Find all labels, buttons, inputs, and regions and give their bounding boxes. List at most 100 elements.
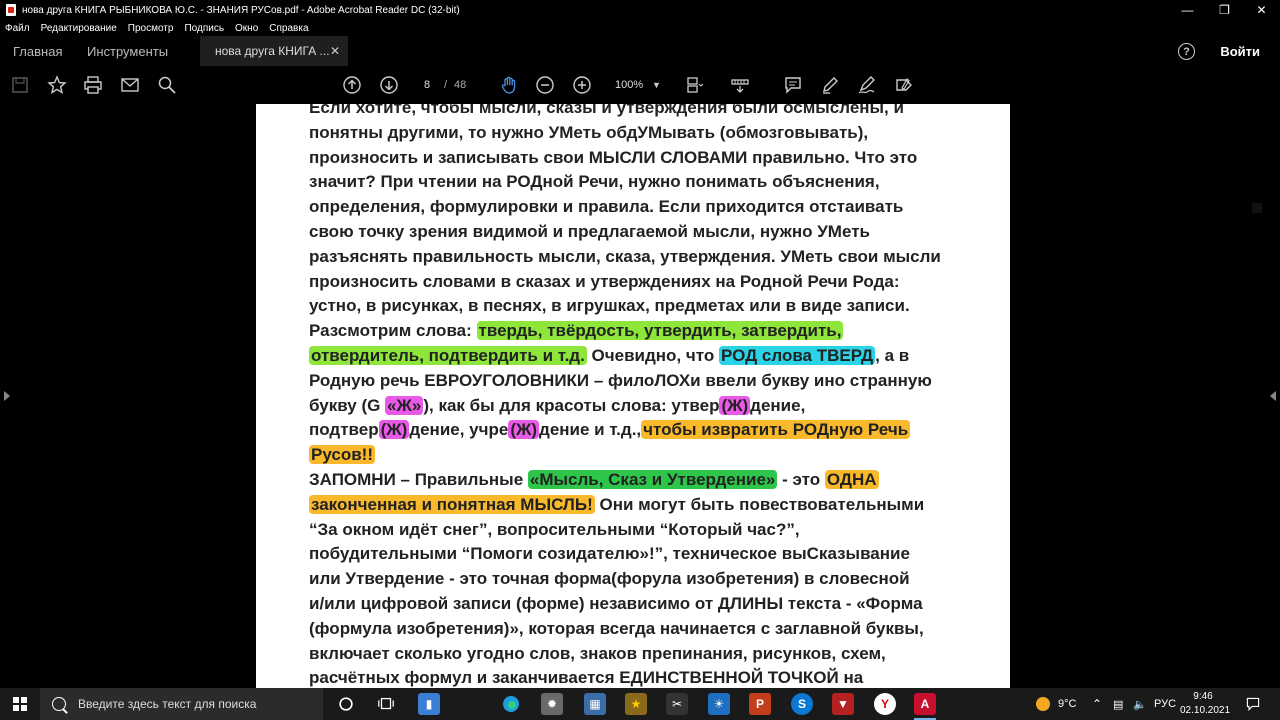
email-icon[interactable] xyxy=(119,74,141,96)
text-line: определения, формулировки и правила. Есл… xyxy=(309,195,999,220)
scroll-mode-icon[interactable] xyxy=(729,74,751,96)
edge-icon[interactable] xyxy=(500,693,522,715)
taskbar-search[interactable]: Введите здесь текст для поиска xyxy=(40,688,323,720)
left-panel-toggle-icon[interactable] xyxy=(4,391,10,401)
text-line: и/или цифровой записи (форме) независимо… xyxy=(309,592,999,617)
highlighted-text: законченная и понятная МЫСЛЬ! xyxy=(309,494,595,514)
tab-home[interactable]: Главная xyxy=(13,36,62,66)
text-line: побудительными “Помоги созидателю»!”, те… xyxy=(309,542,999,567)
star-app-icon[interactable]: ★ xyxy=(625,693,647,715)
powerpoint-icon[interactable]: P xyxy=(749,693,771,715)
highlighted-text: твердь, твёрдость, утвердить, затвердить… xyxy=(476,321,844,341)
windows-logo-icon xyxy=(13,697,27,711)
text-segment: понятны другими, то нужно УМеть обдУМыва… xyxy=(309,122,869,142)
page-separator: / xyxy=(444,79,448,91)
cortana-icon[interactable] xyxy=(335,693,357,715)
title-bar: нова друга КНИГА РЫБНИКОВА Ю.С. - ЗНАНИЯ… xyxy=(0,0,1280,20)
notifications-icon[interactable] xyxy=(1245,688,1261,720)
text-segment: Они могут быть повествовательными xyxy=(594,494,925,514)
help-icon[interactable]: ? xyxy=(1178,43,1195,60)
highlighted-text: ОДНА xyxy=(824,469,879,489)
zoom-out-icon[interactable] xyxy=(534,74,556,96)
language-indicator[interactable]: РУС xyxy=(1154,688,1176,720)
menu-edit[interactable]: Редактирование xyxy=(41,23,117,34)
acrobat-app-icon xyxy=(6,4,16,16)
draw-sign-icon[interactable] xyxy=(856,74,878,96)
tab-tools[interactable]: Инструменты xyxy=(87,36,168,66)
highlight-pen-icon[interactable] xyxy=(819,74,841,96)
menu-help[interactable]: Справка xyxy=(269,23,308,34)
download-app-icon[interactable]: ▼ xyxy=(832,693,854,715)
skype-icon[interactable]: S xyxy=(791,693,813,715)
text-segment: расчётных формул и заканчивается ЕДИНСТВ… xyxy=(309,668,864,688)
chevron-down-icon[interactable]: ▼ xyxy=(652,76,661,94)
text-line: Родную речь ЕВРОУГОЛОВНИКИ – филоЛОХи вв… xyxy=(309,369,999,394)
network-icon[interactable]: ▤ xyxy=(1113,688,1123,720)
menu-view[interactable]: Просмотр xyxy=(128,23,174,34)
bookmark-star-icon[interactable] xyxy=(46,74,68,96)
tab-document[interactable]: нова друга КНИГА ... ✕ xyxy=(200,36,348,66)
text-segment: или Утвердение - это точная форма(форула… xyxy=(309,569,910,589)
highlighted-text: «Ж» xyxy=(385,395,424,415)
start-button[interactable] xyxy=(0,688,40,720)
text-segment: и/или цифровой записи (форме) независимо… xyxy=(309,593,923,613)
menu-window[interactable]: Окно xyxy=(235,23,258,34)
menu-sign[interactable]: Подпись xyxy=(184,23,224,34)
text-segment: Если хотите, чтобы мысли, сказы и утверж… xyxy=(309,104,904,117)
file-explorer-icon[interactable]: ▮ xyxy=(418,693,440,715)
calculator-icon[interactable]: ▦ xyxy=(584,693,606,715)
window-controls: — ❐ ✕ xyxy=(1169,0,1280,20)
acrobat-taskbar-icon[interactable]: A xyxy=(914,693,936,720)
pdf-page: Если хотите, чтобы мысли, сказы и утверж… xyxy=(256,104,1010,688)
zoom-in-icon[interactable] xyxy=(571,74,593,96)
text-line: значит? При чтении на РОДной Речи, нужно… xyxy=(309,170,999,195)
page-number-input[interactable]: 8 xyxy=(410,76,444,94)
text-segment: подтвер xyxy=(309,420,379,440)
snipping-tool-icon[interactable]: ✂ xyxy=(666,693,688,715)
menu-file[interactable]: Файл xyxy=(5,23,30,34)
tab-close-icon[interactable]: ✕ xyxy=(330,44,340,58)
previous-page-icon[interactable] xyxy=(341,74,363,96)
photos-icon[interactable]: ☀ xyxy=(708,693,730,715)
right-panel-toggle-icon[interactable] xyxy=(1270,391,1276,401)
paint-icon[interactable]: ✹ xyxy=(541,693,563,715)
close-icon[interactable]: ✕ xyxy=(1243,0,1280,20)
highlighted-text: (Ж) xyxy=(378,420,410,440)
task-view-icon[interactable] xyxy=(375,693,397,715)
save-icon[interactable] xyxy=(9,74,31,96)
find-icon[interactable] xyxy=(156,74,178,96)
text-segment: произносить и записывать свои МЫСЛИ СЛОВ… xyxy=(309,147,918,167)
page-layout-icon[interactable] xyxy=(683,74,705,96)
weather-widget[interactable]: 9°C xyxy=(1036,688,1076,720)
text-segment: значит? При чтении на РОДной Речи, нужно… xyxy=(309,172,880,192)
restore-icon[interactable]: ❐ xyxy=(1206,0,1243,20)
text-line: разъяснять правильность мысли, сказа, ут… xyxy=(309,245,999,270)
text-segment: устно, в рисунках, в песнях, в игрушках,… xyxy=(309,296,910,316)
next-page-icon[interactable] xyxy=(378,74,400,96)
text-segment: Родную речь ЕВРОУГОЛОВНИКИ – филоЛОХи вв… xyxy=(309,370,932,390)
text-line: Разсмотрим слова: твердь, твёрдость, утв… xyxy=(309,319,999,344)
text-segment: побудительными “Помоги созидателю»!”, те… xyxy=(309,544,910,564)
highlighted-text: Русов!! xyxy=(309,445,375,465)
print-icon[interactable] xyxy=(82,74,104,96)
taskbar-clock[interactable]: 9:46 02.10.2021 xyxy=(1180,690,1230,718)
hand-tool-icon[interactable] xyxy=(498,74,520,96)
search-icon xyxy=(52,697,66,711)
search-placeholder: Введите здесь текст для поиска xyxy=(78,697,257,711)
highlighted-text: (Ж) xyxy=(508,420,540,440)
comment-icon[interactable] xyxy=(782,74,804,96)
text-segment: разъяснять правильность мысли, сказа, ут… xyxy=(309,246,941,266)
yandex-browser-icon[interactable]: Y xyxy=(874,693,896,715)
zoom-level-select[interactable]: 100% xyxy=(605,76,655,94)
text-segment: определения, формулировки и правила. Есл… xyxy=(309,197,904,217)
text-segment: ЗАПОМНИ – Правильные xyxy=(309,469,528,489)
text-line: включает сколько угодно слов, знаков пре… xyxy=(309,642,999,667)
scroll-marker xyxy=(1252,203,1262,213)
volume-icon[interactable]: 🔈 xyxy=(1133,688,1147,720)
minimize-icon[interactable]: — xyxy=(1169,0,1206,20)
signin-button[interactable]: Войти xyxy=(1220,44,1260,59)
document-viewport[interactable]: Если хотите, чтобы мысли, сказы и утверж… xyxy=(0,104,1280,688)
chevron-up-icon[interactable]: ⌃ xyxy=(1092,688,1102,720)
fill-sign-icon[interactable] xyxy=(893,74,915,96)
text-line: понятны другими, то нужно УМеть обдУМыва… xyxy=(309,121,999,146)
